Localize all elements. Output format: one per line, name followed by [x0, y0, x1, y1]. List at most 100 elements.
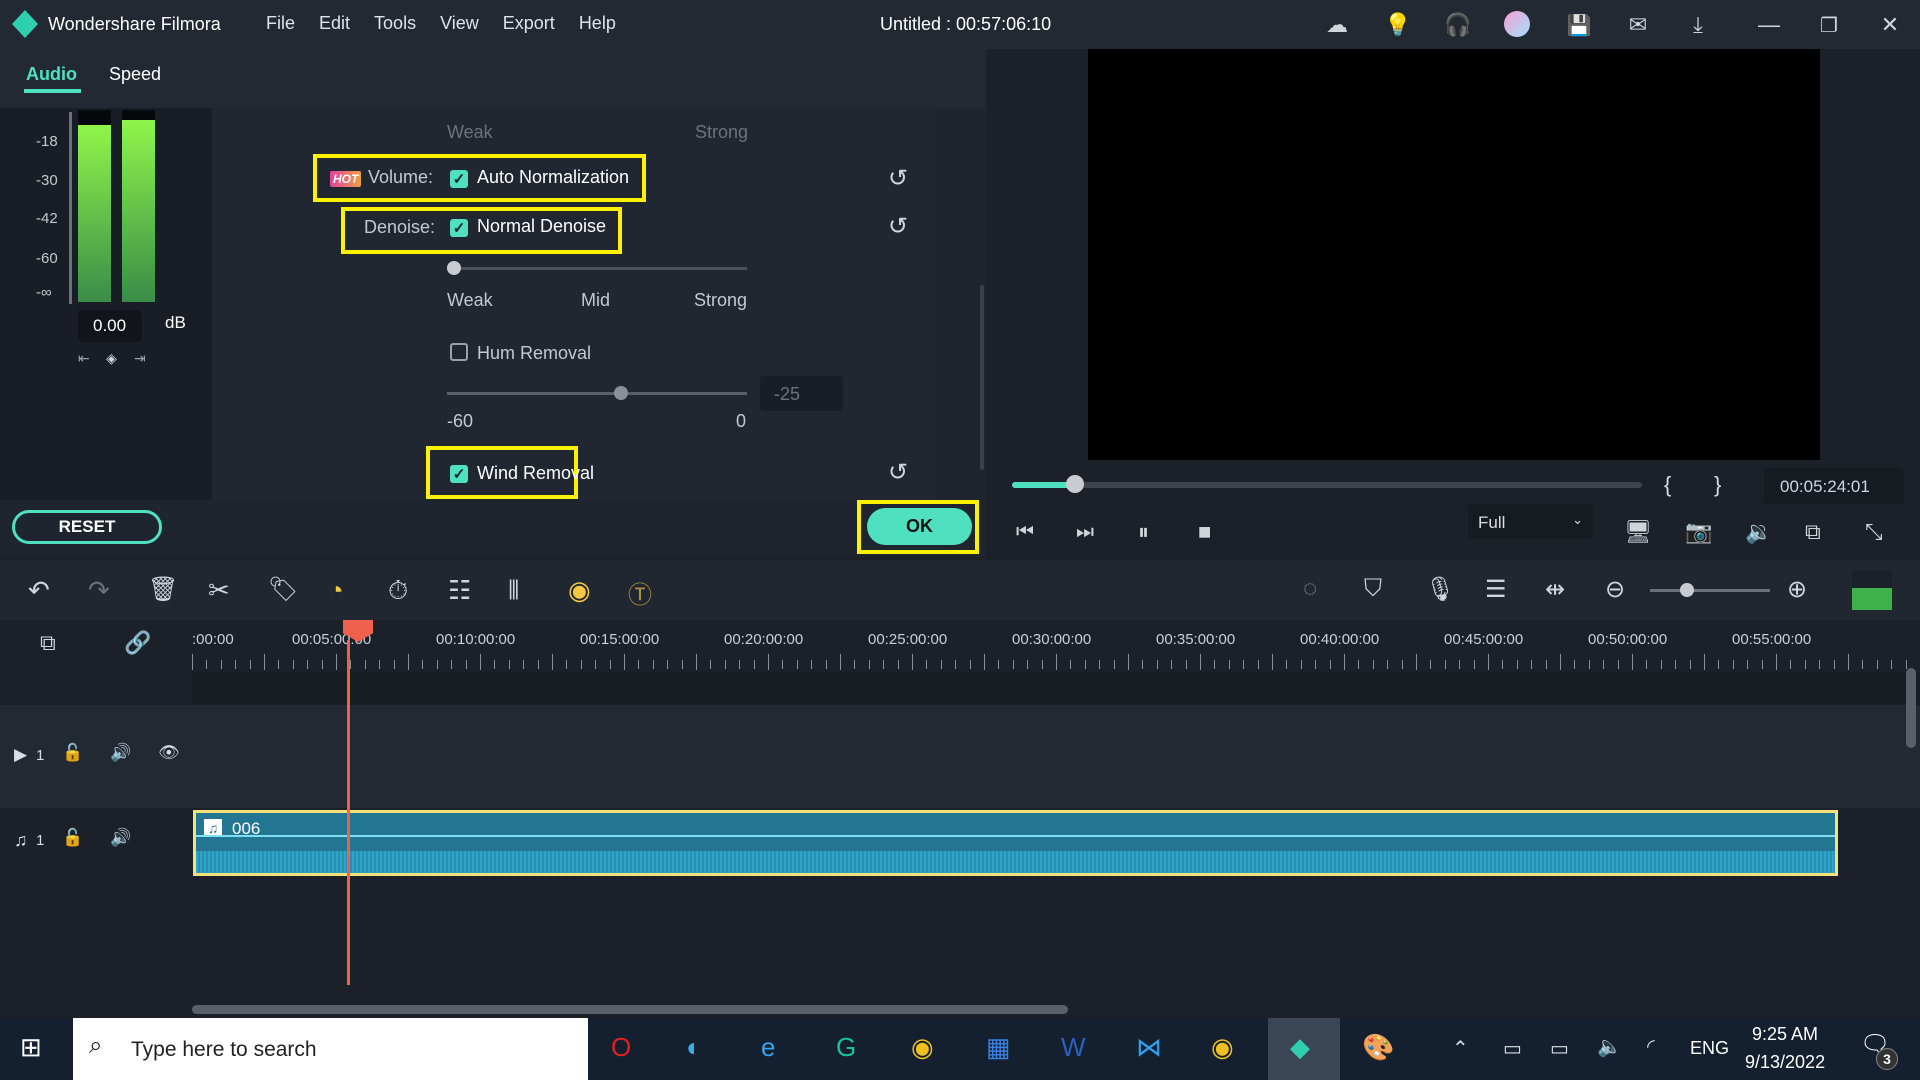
save-icon[interactable]: 💾	[1564, 10, 1594, 40]
lock-icon[interactable]: 🔓	[62, 743, 83, 763]
store-icon[interactable]: ▦	[986, 1032, 1011, 1063]
delete-icon[interactable]: 🗑	[148, 575, 178, 604]
microphone-icon[interactable]: 🎙	[1425, 575, 1455, 604]
mark-in-button[interactable]: {	[1664, 472, 1671, 498]
aspect-ratio-icon[interactable]: ⧉	[1805, 519, 1821, 545]
cloud-icon[interactable]: ☁	[1322, 10, 1352, 40]
prev-frame-icon[interactable]: ⏮	[1016, 521, 1034, 544]
zoom-out-icon[interactable]: ⊖	[1605, 575, 1625, 604]
speech-to-text-icon[interactable]: Ⓣ	[628, 575, 652, 610]
vertical-scrollbar[interactable]	[1906, 668, 1916, 748]
tag-icon[interactable]: 🏷	[268, 575, 298, 604]
tab-audio[interactable]: Audio	[26, 64, 77, 85]
ie-icon[interactable]: e	[761, 1032, 775, 1063]
pause-icon[interactable]: ⏸	[1138, 519, 1149, 545]
mark-out-button[interactable]: }	[1714, 472, 1721, 498]
audio-stretch-icon[interactable]: ◉	[568, 575, 591, 606]
avatar[interactable]	[1504, 11, 1530, 37]
paint-icon[interactable]: 🎨	[1362, 1032, 1394, 1063]
restore-icon[interactable]: ❐	[1814, 10, 1844, 40]
minimize-icon[interactable]: —	[1754, 10, 1784, 40]
quality-dropdown[interactable]: Full ⌄	[1468, 504, 1593, 539]
lightbulb-icon[interactable]: 💡	[1383, 10, 1413, 40]
play-icon[interactable]: ⏭	[1076, 521, 1094, 544]
playback-progress[interactable]	[1012, 475, 1642, 493]
stop-icon[interactable]: ■	[1198, 519, 1211, 545]
menu-export[interactable]: Export	[503, 13, 555, 33]
close-icon[interactable]: ✕	[1875, 10, 1905, 40]
grammarly-icon[interactable]: G	[836, 1032, 856, 1063]
clock-time[interactable]: 9:25 AM	[1752, 1024, 1818, 1045]
timeline-meter-icon[interactable]	[1852, 570, 1892, 610]
download-icon[interactable]: ⤓	[1683, 10, 1713, 40]
playhead[interactable]	[347, 640, 350, 1005]
hum-removal-checkbox[interactable]	[450, 343, 468, 361]
chevron-up-icon[interactable]: ⌃	[1452, 1036, 1469, 1061]
normal-denoise-checkbox[interactable]: ✓	[450, 219, 468, 237]
hum-slider-knob[interactable]	[614, 386, 628, 400]
menu-tools[interactable]: Tools	[374, 13, 416, 33]
tab-speed[interactable]: Speed	[109, 64, 161, 85]
time-ruler[interactable]: :00:00 00:05:00:00 00:10:00:00 00:15:00:00 0…	[192, 620, 1920, 672]
undo-icon[interactable]: ↶	[28, 575, 50, 606]
hum-value-field[interactable]: -25	[760, 376, 843, 411]
opera-icon[interactable]: O	[611, 1032, 631, 1063]
ok-button[interactable]: OK	[867, 508, 972, 545]
search-box[interactable]: ⌕ Type here to search	[73, 1018, 588, 1080]
denoise-reset-icon[interactable]: ↺	[888, 212, 908, 241]
redo-icon[interactable]: ↷	[88, 575, 110, 606]
language-indicator[interactable]: ENG	[1690, 1038, 1729, 1059]
keyframe-icon[interactable]: ◈	[106, 350, 117, 367]
vscode-icon[interactable]: ⋈	[1136, 1032, 1162, 1063]
prev-keyframe-icon[interactable]: ⇤	[78, 350, 90, 367]
volume-icon[interactable]: 🔉	[1745, 519, 1772, 545]
menu-view[interactable]: View	[440, 13, 479, 33]
speed-icon[interactable]: ◔	[328, 575, 344, 606]
next-keyframe-icon[interactable]: ⇥	[134, 350, 146, 367]
fit-timeline-icon[interactable]: ⇹	[1545, 575, 1565, 604]
link-icon[interactable]: 🔗	[124, 630, 151, 656]
fullscreen-icon[interactable]: ⤡	[1865, 519, 1883, 545]
duration-icon[interactable]: ⏱	[388, 575, 408, 607]
meet-now-icon[interactable]: ▭	[1503, 1036, 1522, 1061]
audio-clip[interactable]: ♫ 006	[193, 810, 1838, 876]
mute-icon[interactable]: 🔊	[110, 828, 131, 848]
edge-icon[interactable]: ◐	[686, 1032, 702, 1063]
add-track-icon[interactable]: ⧉	[40, 630, 56, 656]
wifi-icon[interactable]: ◜	[1647, 1034, 1655, 1059]
hum-slider[interactable]	[447, 386, 747, 400]
word-icon[interactable]: W	[1061, 1032, 1086, 1063]
filmora-taskbar-button[interactable]: ◆	[1268, 1018, 1340, 1080]
battery-icon[interactable]: ▭	[1550, 1036, 1569, 1061]
menu-edit[interactable]: Edit	[319, 13, 350, 33]
mail-icon[interactable]: ✉	[1623, 10, 1653, 40]
reset-button[interactable]: RESET	[12, 510, 162, 544]
display-icon[interactable]: 🖥	[1624, 519, 1652, 545]
eye-icon[interactable]: 👁	[158, 743, 180, 763]
lock-icon[interactable]: 🔓	[62, 828, 83, 848]
panel-scrollbar[interactable]	[980, 285, 984, 470]
zoom-slider[interactable]	[1650, 583, 1770, 597]
zoom-in-icon[interactable]: ⊕	[1787, 575, 1807, 604]
volume-reset-icon[interactable]: ↺	[888, 164, 908, 193]
menu-help[interactable]: Help	[579, 13, 616, 33]
chrome-profile-icon[interactable]: ◉	[1211, 1032, 1234, 1063]
render-icon[interactable]: ◌	[1303, 575, 1317, 603]
clock-date[interactable]: 9/13/2022	[1745, 1052, 1825, 1073]
audio-wave-icon[interactable]: ⦀	[508, 575, 519, 607]
windows-start-icon[interactable]: ⊞	[20, 1032, 42, 1063]
auto-normalization-checkbox[interactable]: ✓	[450, 170, 468, 188]
adjust-icon[interactable]: ☷	[448, 575, 471, 606]
wind-removal-checkbox[interactable]: ✓	[450, 465, 468, 483]
horizontal-scrollbar[interactable]	[192, 1005, 1068, 1014]
marker-icon[interactable]: ⛉	[1364, 575, 1382, 603]
speaker-icon[interactable]: 🔈	[1597, 1034, 1622, 1059]
menu-file[interactable]: File	[266, 13, 295, 33]
audio-mixer-icon[interactable]: ☰	[1485, 575, 1507, 604]
headset-icon[interactable]: 🎧	[1443, 10, 1473, 40]
cut-icon[interactable]: ✂	[208, 575, 230, 606]
mute-icon[interactable]: 🔊	[110, 743, 131, 763]
snapshot-icon[interactable]: 📷	[1685, 519, 1712, 545]
chrome-icon[interactable]: ◉	[911, 1032, 934, 1063]
wind-reset-icon[interactable]: ↺	[888, 458, 908, 487]
